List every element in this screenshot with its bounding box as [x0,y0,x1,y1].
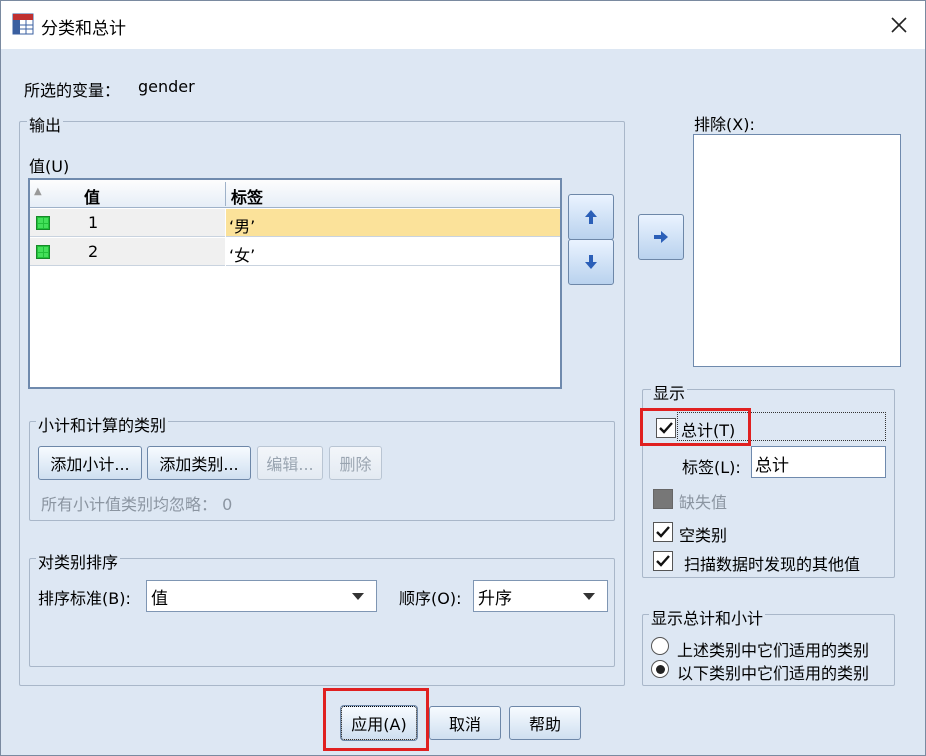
above-radio[interactable] [651,637,669,655]
chevron-down-icon [352,593,364,600]
exclude-listbox[interactable] [693,134,901,367]
title-bar: 分类和总计 [1,1,925,49]
chevron-down-icon [583,593,595,600]
close-button[interactable] [881,10,917,40]
table-row[interactable]: 1 ‘男’ [30,209,560,237]
total-label-input[interactable]: 总计 [751,446,886,478]
add-category-button[interactable]: 添加类别... [147,446,251,480]
empty-categories-checkbox[interactable] [653,522,673,542]
order-value: 升序 [478,588,512,609]
order-select[interactable]: 升序 [473,580,608,612]
above-label: 上述类别中它们适用的类别 [677,641,870,660]
subtotals-note: 所有小计值类别均忽略： 0 [41,495,233,514]
subtotals-legend: 小计和计算的类别 [36,412,169,436]
display-totals-legend: 显示总计和小计 [649,605,766,629]
values-label: 值(U) [29,157,70,176]
arrow-down-icon [585,255,597,269]
highlight-apply-box [323,688,429,751]
column-divider [225,182,226,206]
sort-legend: 对类别排序 [36,549,121,573]
row-value-cell [30,238,225,266]
total-label-input-value: 总计 [755,456,789,476]
below-label: 以下类别中它们适用的类别 [677,664,870,683]
row-value: 2 [88,242,99,261]
grid-icon [36,245,50,259]
label-field-label: 标签(L): [682,458,741,477]
values-table[interactable]: ▲ 值 标签 1 ‘男’ 2 ‘女’ [28,178,562,389]
output-legend: 输出 [27,112,64,136]
help-button[interactable]: 帮助 [509,706,581,740]
display-legend: 显示 [651,380,688,404]
below-radio[interactable] [651,660,669,678]
row-value-cell [30,209,225,237]
empty-categories-label: 空类别 [679,526,728,545]
app-table-icon [12,13,34,35]
highlight-total-box [640,408,751,446]
row-label-cell-selected [226,209,560,237]
move-up-button[interactable] [568,194,614,240]
scan-values-label: 扫描数据时发现的其他值 [684,555,861,574]
missing-values-label: 缺失值 [679,493,728,512]
add-subtotal-button[interactable]: 添加小计... [38,446,142,480]
row-label: ‘男’ [229,217,256,236]
arrow-up-icon [585,210,597,224]
table-header: ▲ 值 标签 [30,180,560,208]
move-to-exclude-button[interactable] [638,214,684,260]
order-label: 顺序(O): [399,589,462,608]
sort-by-select[interactable]: 值 [146,580,377,612]
sort-by-label: 排序标准(B): [38,589,131,608]
sort-group [29,558,615,667]
row-label: ‘女’ [229,246,256,265]
close-icon [891,17,907,33]
window-title: 分类和总计 [41,19,126,39]
checkmark-icon [656,526,670,538]
row-value: 1 [88,213,99,232]
row-label-cell [226,238,560,266]
radio-dot [655,664,665,674]
arrow-right-icon [654,231,668,243]
exclude-label: 排除(X): [694,115,755,134]
table-row[interactable]: 2 ‘女’ [30,238,560,266]
selected-variable-value: gender [138,77,195,96]
move-down-button[interactable] [568,239,614,285]
edit-button[interactable]: 编辑... [257,446,323,480]
sort-indicator-icon: ▲ [34,186,42,197]
selected-variable-label: 所选的变量： [24,81,121,100]
cancel-button[interactable]: 取消 [429,706,501,740]
missing-values-checkbox[interactable] [653,489,673,509]
sort-by-value: 值 [151,588,168,609]
checkmark-icon [656,555,670,567]
column-header-value[interactable]: 值 [84,184,100,208]
column-header-label[interactable]: 标签 [231,184,263,208]
categories-totals-dialog: 分类和总计 所选的变量： gender 输出 值(U) ▲ 值 标签 1 ‘男’… [0,0,926,756]
delete-button[interactable]: 删除 [329,446,382,480]
grid-icon [36,216,50,230]
scan-values-checkbox[interactable] [653,551,673,571]
